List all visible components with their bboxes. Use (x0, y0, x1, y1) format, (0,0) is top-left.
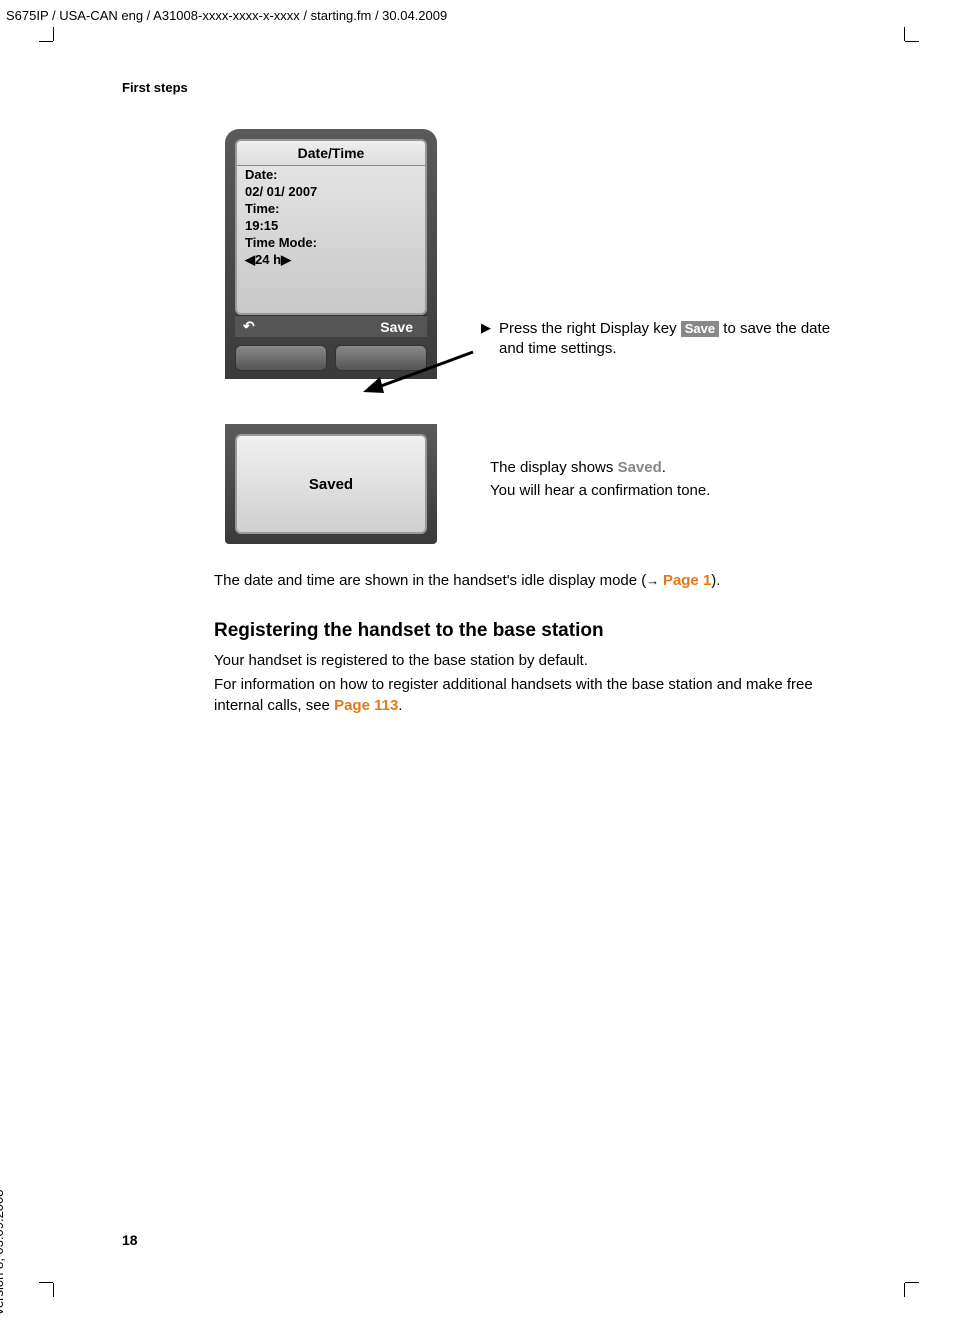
mode-value: ◀24 h▶ (237, 251, 425, 269)
saved-bold: Saved (618, 459, 662, 476)
idle-display-note: The date and time are shown in the hands… (214, 570, 824, 591)
crop-mark (39, 41, 53, 42)
doc-header: S675IP / USA-CAN eng / A31008-xxxx-xxxx-… (6, 8, 447, 23)
save-key-label: Save (681, 321, 719, 338)
time-value: 19:15 (237, 217, 425, 234)
time-label: Time: (237, 200, 425, 217)
version-text: Version 8, 03.09.2008 (0, 1190, 6, 1317)
body-text: . (398, 697, 402, 714)
softkey-save: Save (328, 319, 427, 335)
body-text: ). (711, 572, 720, 589)
mode-arrow-right-icon: ▶ (281, 252, 291, 267)
mode-label: Time Mode: (237, 234, 425, 251)
instr-text: Press the right Display key (499, 320, 681, 337)
right-hw-button (335, 345, 427, 371)
left-hw-button (235, 345, 327, 371)
page-link-113: Page 113 (334, 697, 398, 714)
section-title: First steps (122, 80, 188, 95)
crop-mark (904, 27, 905, 41)
screen-title: Date/Time (237, 141, 425, 166)
date-value: 02/ 01/ 2007 (237, 183, 425, 200)
saved-screen: Saved (235, 434, 427, 534)
date-label: Date: (237, 166, 425, 183)
page-link-1: Page 1 (663, 572, 711, 589)
instr-text: You will hear a confirmation tone. (490, 480, 850, 503)
page-number: 18 (122, 1232, 138, 1248)
phone-screen: Date/Time Date: 02/ 01/ 2007 Time: 19:15… (235, 139, 427, 315)
bullet-icon: ▶ (481, 319, 491, 360)
instr-text: . (662, 459, 666, 476)
body-text: For information on how to register addit… (214, 676, 813, 714)
crop-mark (53, 27, 54, 41)
instruction-confirmation: The display shows Saved. You will hear a… (490, 457, 850, 502)
mode-arrow-left-icon: ◀ (245, 252, 255, 267)
softkey-back-icon: ↶ (235, 318, 328, 335)
instr-text: The display shows (490, 459, 618, 476)
softkey-bar: ↶ Save (235, 315, 427, 337)
crop-mark (904, 1283, 905, 1297)
phone-illustration-saved: Saved (225, 424, 437, 544)
crop-mark (39, 1282, 53, 1283)
instruction-save: ▶ Press the right Display key Save to sa… (481, 319, 841, 360)
registered-default-text: Your handset is registered to the base s… (214, 650, 824, 671)
crop-mark (53, 1283, 54, 1297)
additional-handsets-text: For information on how to register addit… (214, 674, 824, 716)
crop-mark (905, 41, 919, 42)
saved-text: Saved (309, 476, 353, 493)
phone-illustration-datetime: Date/Time Date: 02/ 01/ 2007 Time: 19:15… (225, 129, 437, 379)
mode-text: 24 h (255, 252, 281, 267)
crop-mark (905, 1282, 919, 1283)
arrow-icon: → (646, 573, 663, 588)
body-text: The date and time are shown in the hands… (214, 572, 646, 589)
registering-heading: Registering the handset to the base stat… (214, 620, 604, 642)
